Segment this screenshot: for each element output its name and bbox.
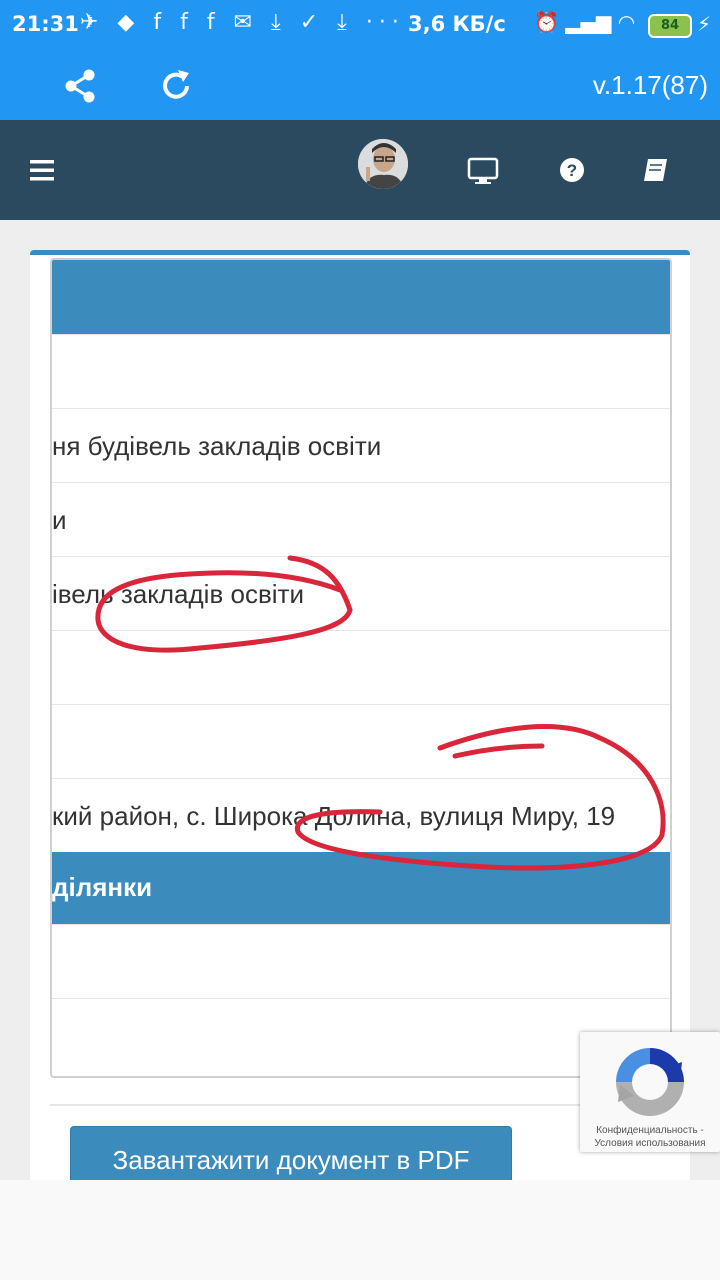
download-pdf-button[interactable]: Завантажити документ в PDF — [70, 1126, 512, 1188]
address-cell: кий район, с. Широка Долина, вулиця Миру… — [52, 801, 616, 831]
svg-text:?: ? — [567, 161, 577, 180]
table-row: и — [52, 482, 670, 556]
privacy-link[interactable]: Конфиденциальность — [596, 1125, 697, 1136]
avatar[interactable] — [358, 139, 408, 189]
table-header — [52, 260, 670, 334]
network-speed: 3,6 КБ/с — [408, 12, 506, 36]
notification-icons: ✈ ◆ f f f ✉ ⤓ ✓ ⤓ ··· — [80, 10, 405, 35]
table-row: івель закладів освіти — [52, 556, 670, 630]
refresh-icon[interactable] — [154, 64, 198, 108]
recaptcha-links: Конфиденциальность - Условия использован… — [594, 1125, 706, 1149]
table-cell: ня будівель закладів освіти — [52, 431, 382, 461]
section-header: ділянки — [52, 852, 670, 924]
battery-icon: 84 — [648, 14, 692, 38]
document-table[interactable]: ня будівель закладів освіти и івель закл… — [50, 258, 672, 1078]
table-cell: и — [52, 505, 67, 535]
app-toolbar: v.1.17(87) — [0, 50, 720, 120]
divider — [50, 1104, 670, 1106]
charging-icon: ⚡ — [697, 12, 712, 36]
table-row — [52, 924, 670, 998]
table-row: кий район, с. Широка Долина, вулиця Миру… — [52, 778, 670, 852]
status-bar: 21:31 ✈ ◆ f f f ✉ ⤓ ✓ ⤓ ··· 3,6 КБ/с ⏰ ▂… — [0, 0, 720, 50]
recaptcha-icon — [616, 1048, 684, 1116]
system-icons: ⏰ ▂▄▆ ◠ — [534, 10, 636, 34]
monitor-icon[interactable] — [465, 152, 501, 188]
recaptcha-badge[interactable]: Конфиденциальность - Условия использован… — [580, 1032, 720, 1152]
table-row: ня будівель закладів освіти — [52, 408, 670, 482]
bottom-area — [0, 1180, 720, 1280]
table-row — [52, 704, 670, 778]
table-row — [52, 334, 670, 408]
status-time: 21:31 — [12, 12, 79, 36]
table-cell: івель закладів освіти — [52, 579, 304, 609]
book-icon[interactable] — [638, 152, 674, 188]
menu-icon[interactable] — [24, 152, 60, 188]
section-title: ділянки — [52, 872, 153, 902]
help-icon[interactable]: ? — [554, 152, 590, 188]
table-row — [52, 998, 670, 1072]
table-row — [52, 630, 670, 704]
terms-link[interactable]: Условия использования — [595, 1138, 706, 1149]
app-version: v.1.17(87) — [592, 70, 708, 100]
share-icon[interactable] — [58, 64, 102, 108]
